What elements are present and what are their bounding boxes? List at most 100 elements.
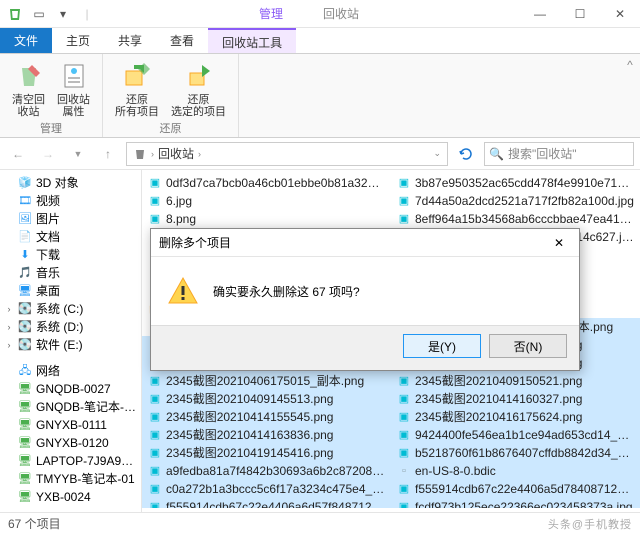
image-icon: ▣ — [397, 194, 411, 208]
image-icon: ▣ — [397, 176, 411, 190]
ribbon-collapse-button[interactable]: ^ — [620, 54, 640, 137]
dialog-yes-button[interactable]: 是(Y) — [403, 334, 481, 358]
chevron-down-icon[interactable]: ⌄ — [433, 148, 441, 159]
search-input[interactable]: 🔍 搜索"回收站" — [484, 142, 634, 166]
maximize-button[interactable]: ☐ — [560, 0, 600, 28]
breadcrumb[interactable]: › 回收站 › ⌄ — [126, 142, 448, 166]
tab-view[interactable]: 查看 — [156, 28, 208, 53]
tab-share[interactable]: 共享 — [104, 28, 156, 53]
sidebar-item[interactable]: 🎞视频 — [0, 192, 141, 210]
file-item[interactable]: ▣0df3d7ca7bcb0a46cb01ebbe0b81a32c6a6... — [142, 174, 391, 192]
file-item[interactable]: ▣2345截图20210419145416.png — [142, 444, 391, 462]
window-title: 管理 回收站 — [98, 5, 520, 22]
sidebar-item[interactable]: ›💽系统 (C:) — [0, 300, 141, 318]
tab-file[interactable]: 文件 — [0, 28, 52, 53]
sidebar-item[interactable]: ›💽系统 (D:) — [0, 318, 141, 336]
sidebar-network-item[interactable]: 🖥GNYXB-0120 — [0, 434, 141, 452]
warning-icon — [167, 275, 199, 307]
file-item[interactable]: ▫en-US-8-0.bdic — [391, 462, 640, 480]
folder-icon: ⬇ — [18, 248, 32, 262]
sidebar-network-item[interactable]: 🖥GNYXB-0111 — [0, 416, 141, 434]
file-item[interactable]: ▣c0a272b1a3bccc5c6f17a3234c475e4_副本.j... — [142, 480, 391, 498]
computer-icon: 🖥 — [18, 400, 32, 414]
image-icon: ▣ — [148, 500, 162, 508]
file-item[interactable]: ▣8eff964a15b34568ab6cccbbae47ea41.jpeg — [391, 210, 640, 228]
tab-home[interactable]: 主页 — [52, 28, 104, 53]
file-item[interactable]: ▣b5218760f61b8676407cffdb8842d34_副本... — [391, 444, 640, 462]
image-icon: ▣ — [148, 392, 162, 406]
restore-selected-button[interactable]: 还原 选定的项目 — [167, 58, 230, 120]
file-item[interactable]: ▣2345截图20210406175015_副本.png — [142, 372, 391, 390]
sidebar-network-item[interactable]: 🖥LAPTOP-7J9A9669 — [0, 452, 141, 470]
chevron-right-icon: › — [151, 149, 154, 159]
file-item[interactable]: ▣2345截图20210416175624.png — [391, 408, 640, 426]
folder-icon: 🖥 — [18, 284, 32, 298]
file-item[interactable]: ▣2345截图20210409145513.png — [142, 390, 391, 408]
image-icon: ▣ — [397, 374, 411, 388]
sidebar-item[interactable]: 🖼图片 — [0, 210, 141, 228]
folder-icon: 🎞 — [18, 194, 32, 208]
ribbon-group-manage: 管理 — [8, 120, 94, 136]
restore-all-button[interactable]: 还原 所有项目 — [111, 58, 163, 120]
file-item[interactable]: ▣fcdf973b125ece22366ec023458373a.jpg — [391, 498, 640, 508]
file-item[interactable]: ▣f555914cdb67c22e4406a5d78408712_副本... — [391, 480, 640, 498]
refresh-button[interactable] — [454, 142, 478, 166]
image-icon: ▣ — [397, 446, 411, 460]
sidebar-item[interactable]: ›💽软件 (E:) — [0, 336, 141, 354]
breadcrumb-location[interactable]: 回收站 — [158, 145, 194, 162]
image-icon: ▣ — [148, 176, 162, 190]
qat-dropdown-icon[interactable]: ▾ — [52, 3, 74, 25]
dialog-no-button[interactable]: 否(N) — [489, 334, 567, 358]
sidebar-item[interactable]: ⬇下载 — [0, 246, 141, 264]
tab-recycle-tools[interactable]: 回收站工具 — [208, 28, 296, 53]
recycle-bin-icon — [133, 147, 147, 161]
computer-icon: 🖥 — [18, 454, 32, 468]
minimize-button[interactable]: — — [520, 0, 560, 28]
file-item[interactable]: ▣9424400fe546ea1b1ce94ad653cd14_副本... — [391, 426, 640, 444]
sidebar-item[interactable]: 📄文档 — [0, 228, 141, 246]
computer-icon: 🖥 — [18, 490, 32, 504]
file-item[interactable]: ▣2345截图20210414160327.png — [391, 390, 640, 408]
sidebar-item[interactable]: 🖥桌面 — [0, 282, 141, 300]
image-icon: ▣ — [148, 482, 162, 496]
sidebar-network-item[interactable]: 🖥TMYYB-笔记本-01 — [0, 470, 141, 488]
image-icon: ▣ — [148, 464, 162, 478]
file-item[interactable]: ▣2345截图20210409150521.png — [391, 372, 640, 390]
sidebar-network-item[interactable]: 🖥YXB-0024 — [0, 488, 141, 506]
nav-forward-button[interactable]: → — [36, 142, 60, 166]
file-icon: ▫ — [397, 464, 411, 478]
empty-recycle-button[interactable]: 清空回 收站 — [8, 58, 49, 120]
recycle-properties-button[interactable]: 回收站 属性 — [53, 58, 94, 120]
file-item[interactable]: ▣a9fedba81a7f4842b30693a6b2c87208.png — [142, 462, 391, 480]
qat-props-icon[interactable]: ▭ — [28, 3, 50, 25]
computer-icon: 🖥 — [18, 472, 32, 486]
sidebar-network-item[interactable]: 🖥GNQDB-0027 — [0, 380, 141, 398]
sidebar-item[interactable]: 🎵音乐 — [0, 264, 141, 282]
file-item[interactable]: ▣6.jpg — [142, 192, 391, 210]
sidebar-network-item[interactable]: 🖥GNQDB-笔记本-03 — [0, 398, 141, 416]
folder-icon: 🖼 — [18, 212, 32, 226]
file-item[interactable]: ▣3b87e950352ac65cdd478f4e9910e719921... — [391, 174, 640, 192]
ribbon-group-restore: 还原 — [111, 120, 230, 136]
image-icon: ▣ — [397, 410, 411, 424]
file-item[interactable]: ▣f555914cdb67c22e4406a6d57f848712.jpg — [142, 498, 391, 508]
restore-all-icon — [121, 60, 153, 92]
sidebar-item[interactable]: 🧊3D 对象 — [0, 174, 141, 192]
image-icon: ▣ — [397, 392, 411, 406]
chevron-right-icon: › — [198, 149, 201, 159]
nav-history-button[interactable]: ▼ — [66, 142, 90, 166]
file-item[interactable]: ▣8.png — [142, 210, 391, 228]
image-icon: ▣ — [148, 410, 162, 424]
nav-up-button[interactable]: ↑ — [96, 142, 120, 166]
sidebar-network[interactable]: 🖧网络 — [0, 362, 141, 380]
folder-icon: 🧊 — [18, 176, 32, 190]
qat-recycle-icon[interactable] — [4, 3, 26, 25]
file-item[interactable]: ▣7d44a50a2dcd2521a717f2fb82a100d.jpg — [391, 192, 640, 210]
file-item[interactable]: ▣2345截图20210414163836.png — [142, 426, 391, 444]
file-item[interactable]: ▣2345截图20210414155545.png — [142, 408, 391, 426]
dialog-close-button[interactable]: ✕ — [547, 233, 571, 253]
folder-icon: 💽 — [18, 302, 32, 316]
image-icon: ▣ — [148, 428, 162, 442]
close-button[interactable]: ✕ — [600, 0, 640, 28]
nav-back-button[interactable]: ← — [6, 142, 30, 166]
